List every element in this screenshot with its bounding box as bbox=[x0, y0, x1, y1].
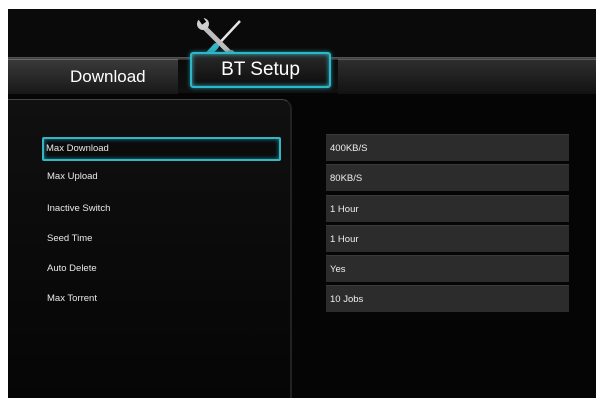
setting-label-auto-delete[interactable]: Auto Delete bbox=[45, 259, 277, 279]
setting-value-seed-time[interactable]: 1 Hour bbox=[326, 225, 569, 252]
setting-value-auto-delete[interactable]: Yes bbox=[326, 255, 569, 282]
setting-value-max-upload[interactable]: 80KB/S bbox=[326, 164, 569, 191]
setting-label-max-upload[interactable]: Max Upload bbox=[45, 167, 277, 187]
setting-value-max-torrent[interactable]: 10 Jobs bbox=[326, 285, 569, 312]
setting-label-inactive-switch[interactable]: Inactive Switch bbox=[45, 199, 277, 219]
tab-bt-setup[interactable]: BT Setup bbox=[190, 52, 331, 88]
setting-label-max-torrent[interactable]: Max Torrent bbox=[45, 289, 277, 309]
tv-screen: Download BT Setup Max Download Max Uploa… bbox=[8, 9, 596, 398]
setting-label-seed-time[interactable]: Seed Time bbox=[45, 229, 277, 249]
setting-value-max-download[interactable]: 400KB/S bbox=[326, 134, 569, 161]
tab-download[interactable]: Download bbox=[70, 67, 146, 87]
setting-value-inactive-switch[interactable]: 1 Hour bbox=[326, 195, 569, 222]
setting-label-max-download[interactable]: Max Download bbox=[42, 137, 281, 161]
tab-plate-right bbox=[338, 59, 596, 94]
